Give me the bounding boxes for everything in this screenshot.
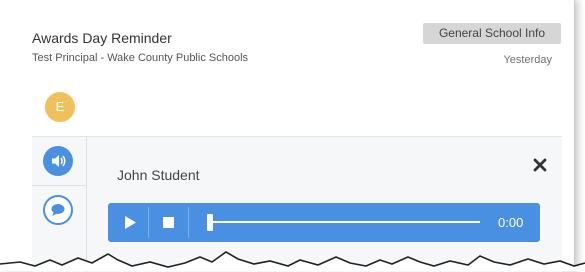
sender-line: Test Principal - Wake County Public Scho… — [32, 52, 249, 64]
message-timestamp: Yesterday — [503, 54, 552, 66]
play-icon — [125, 216, 136, 229]
play-button[interactable] — [112, 203, 148, 242]
stop-button[interactable] — [150, 203, 186, 242]
audio-tab[interactable] — [32, 137, 86, 186]
category-badge[interactable]: General School Info — [423, 23, 561, 44]
stop-icon — [163, 217, 174, 228]
seek-handle[interactable] — [207, 214, 213, 231]
speaker-icon[interactable] — [43, 146, 73, 176]
message-tab[interactable] — [32, 186, 86, 234]
player-divider — [148, 207, 149, 238]
message-title: Awards Day Reminder — [32, 30, 172, 46]
audio-player: 0:00 — [108, 203, 540, 242]
message-card: Awards Day Reminder Test Principal - Wak… — [0, 0, 575, 272]
avatar: E — [45, 92, 75, 122]
torn-edge-decoration — [0, 251, 585, 271]
player-divider — [188, 207, 189, 238]
speech-bubble-icon[interactable] — [43, 195, 73, 225]
time-readout: 0:00 — [498, 215, 524, 230]
close-icon[interactable] — [532, 157, 548, 173]
seek-track[interactable] — [208, 221, 480, 223]
conversation-sender: John Student — [117, 167, 200, 183]
